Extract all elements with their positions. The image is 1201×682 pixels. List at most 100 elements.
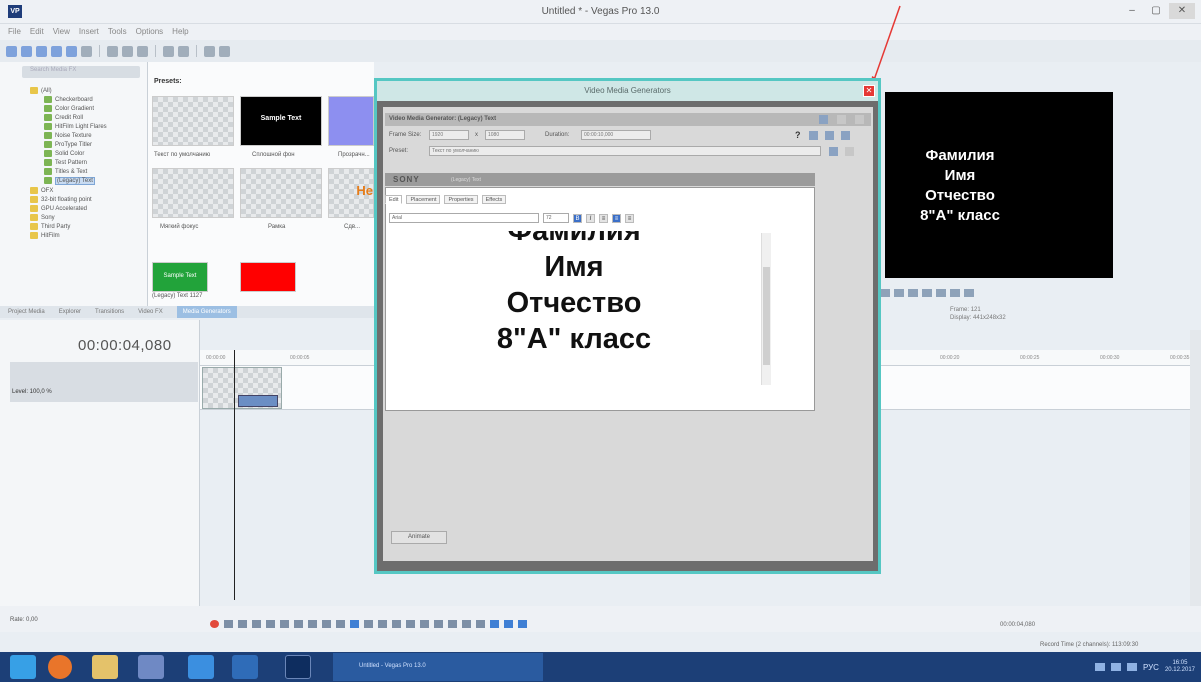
go-to-end-icon[interactable] [308,620,317,628]
video-track-header[interactable] [10,362,198,402]
align-right-icon[interactable]: ≡ [625,213,634,223]
properties-icon[interactable] [81,45,92,57]
auto-crossfade-icon[interactable] [504,620,513,628]
vegas-taskbar-icon[interactable] [285,655,311,679]
tab-project-media[interactable]: Project Media [8,306,45,318]
zoom-tool-icon[interactable] [392,620,401,628]
align-center-icon[interactable]: ≡ [612,213,621,223]
frame-width-field[interactable]: 1920 [429,130,469,140]
link-icon[interactable] [809,131,818,140]
tree-item[interactable]: HitFilm [30,231,60,240]
open-icon[interactable] [21,45,32,57]
tab-edit[interactable]: Edit [385,195,403,204]
menu-insert[interactable]: Insert [79,24,99,40]
preset-thumbnail[interactable] [240,168,322,218]
preset-thumbnail[interactable] [152,168,234,218]
keyframe-icon[interactable] [825,131,834,140]
tree-item[interactable]: Titles & Text [44,167,87,176]
windows-start-icon[interactable] [10,655,36,679]
maximize-button[interactable]: ▢ [1145,3,1167,19]
help-icon[interactable]: ? [795,130,801,140]
preset-thumbnail[interactable]: Sample Text [240,96,322,146]
prev-frame-icon[interactable] [322,620,331,628]
tree-item[interactable]: Third Party [30,222,70,231]
record-icon[interactable] [210,620,219,628]
dialog-close-icon[interactable]: ✕ [863,85,875,97]
loop-playback-icon[interactable] [224,620,233,628]
tree-item[interactable]: Solid Color [44,149,84,158]
editor-scroll-thumb[interactable] [763,267,770,365]
menu-view[interactable]: View [53,24,70,40]
tree-item[interactable]: OFX [30,186,53,195]
save-preset-icon[interactable] [829,147,838,156]
preset-dropdown[interactable]: Текст по умолчанию [429,146,821,156]
tree-item[interactable]: Checkerboard [44,95,93,104]
envelope-tool-icon[interactable] [364,620,373,628]
playhead-cursor[interactable] [234,350,235,600]
marker-icon[interactable] [462,620,471,628]
selection-tool-icon[interactable] [378,620,387,628]
ripple-icon[interactable] [204,45,215,57]
tab-properties[interactable]: Properties [444,195,478,204]
italic-button[interactable]: I [586,213,595,223]
tab-media-generators[interactable]: Media Generators [176,306,237,318]
animate-button[interactable]: Animate [391,531,447,544]
copy-icon[interactable] [122,45,133,57]
menu-options[interactable]: Options [136,24,164,40]
next-frame-icon[interactable] [950,289,960,297]
tree-item-selected[interactable]: (Legacy) Text [44,176,95,185]
next-frame-icon[interactable] [336,620,345,628]
play-icon[interactable] [880,289,890,297]
word-icon[interactable] [232,655,258,679]
cut-icon[interactable] [107,45,118,57]
timeline-vertical-scrollbar[interactable] [1190,330,1201,606]
new-project-icon[interactable] [6,45,17,57]
preset-thumbnail[interactable] [240,262,296,292]
bold-button[interactable]: B [573,213,582,223]
tool-icon[interactable] [219,45,230,57]
save-icon[interactable] [36,45,47,57]
firefox-icon[interactable] [48,655,72,679]
tree-item[interactable]: GPU Accelerated [30,204,87,213]
minimize-button[interactable]: – [1121,3,1143,19]
volume-icon[interactable] [1126,663,1137,671]
render-icon[interactable] [66,45,77,57]
preset-options-icon[interactable] [819,115,828,124]
undo-icon[interactable] [163,45,174,57]
tree-item[interactable]: Credit Roll [44,113,83,122]
delete-icon[interactable] [406,620,415,628]
split-icon[interactable] [434,620,443,628]
menu-help[interactable]: Help [172,24,188,40]
play-from-start-icon[interactable] [894,289,904,297]
tree-item[interactable]: HitFilm Light Flares [44,122,107,131]
preset-thumbnail[interactable] [152,96,234,146]
redo-icon[interactable] [178,45,189,57]
tree-item[interactable]: ProType Titler [44,140,92,149]
language-indicator[interactable]: РУС [1143,663,1159,672]
dialog-title[interactable]: Video Media Generators [377,81,878,101]
network-icon[interactable] [1110,663,1121,671]
ripple-edit-icon[interactable] [518,620,527,628]
fx-search-input[interactable]: Search Media FX [22,66,140,78]
region-icon[interactable] [476,620,485,628]
system-clock[interactable]: 16:05 20.12.2017 [1165,660,1195,674]
tree-item[interactable]: Color Gradient [44,104,94,113]
normal-edit-tool-icon[interactable] [350,620,359,628]
tree-item[interactable]: (All) [30,86,52,95]
close-panel-icon[interactable] [855,115,864,124]
tree-item[interactable]: Noise Texture [44,131,92,140]
tree-item[interactable]: Test Pattern [44,158,87,167]
pause-icon[interactable] [908,289,918,297]
paste-icon[interactable] [137,45,148,57]
go-to-start-icon[interactable] [294,620,303,628]
edge-browser-icon[interactable] [188,655,214,679]
lock-icon[interactable] [448,620,457,628]
menu-tools[interactable]: Tools [108,24,127,40]
preset-thumbnail[interactable] [328,96,374,146]
text-editor-area[interactable]: Фамилия Имя Отчество 8"А" класс [389,231,759,391]
tab-placement[interactable]: Placement [406,195,441,204]
delete-preset-icon[interactable] [845,147,854,156]
stop-icon[interactable] [922,289,932,297]
settings-icon[interactable] [841,131,850,140]
play-from-start-icon[interactable] [238,620,247,628]
